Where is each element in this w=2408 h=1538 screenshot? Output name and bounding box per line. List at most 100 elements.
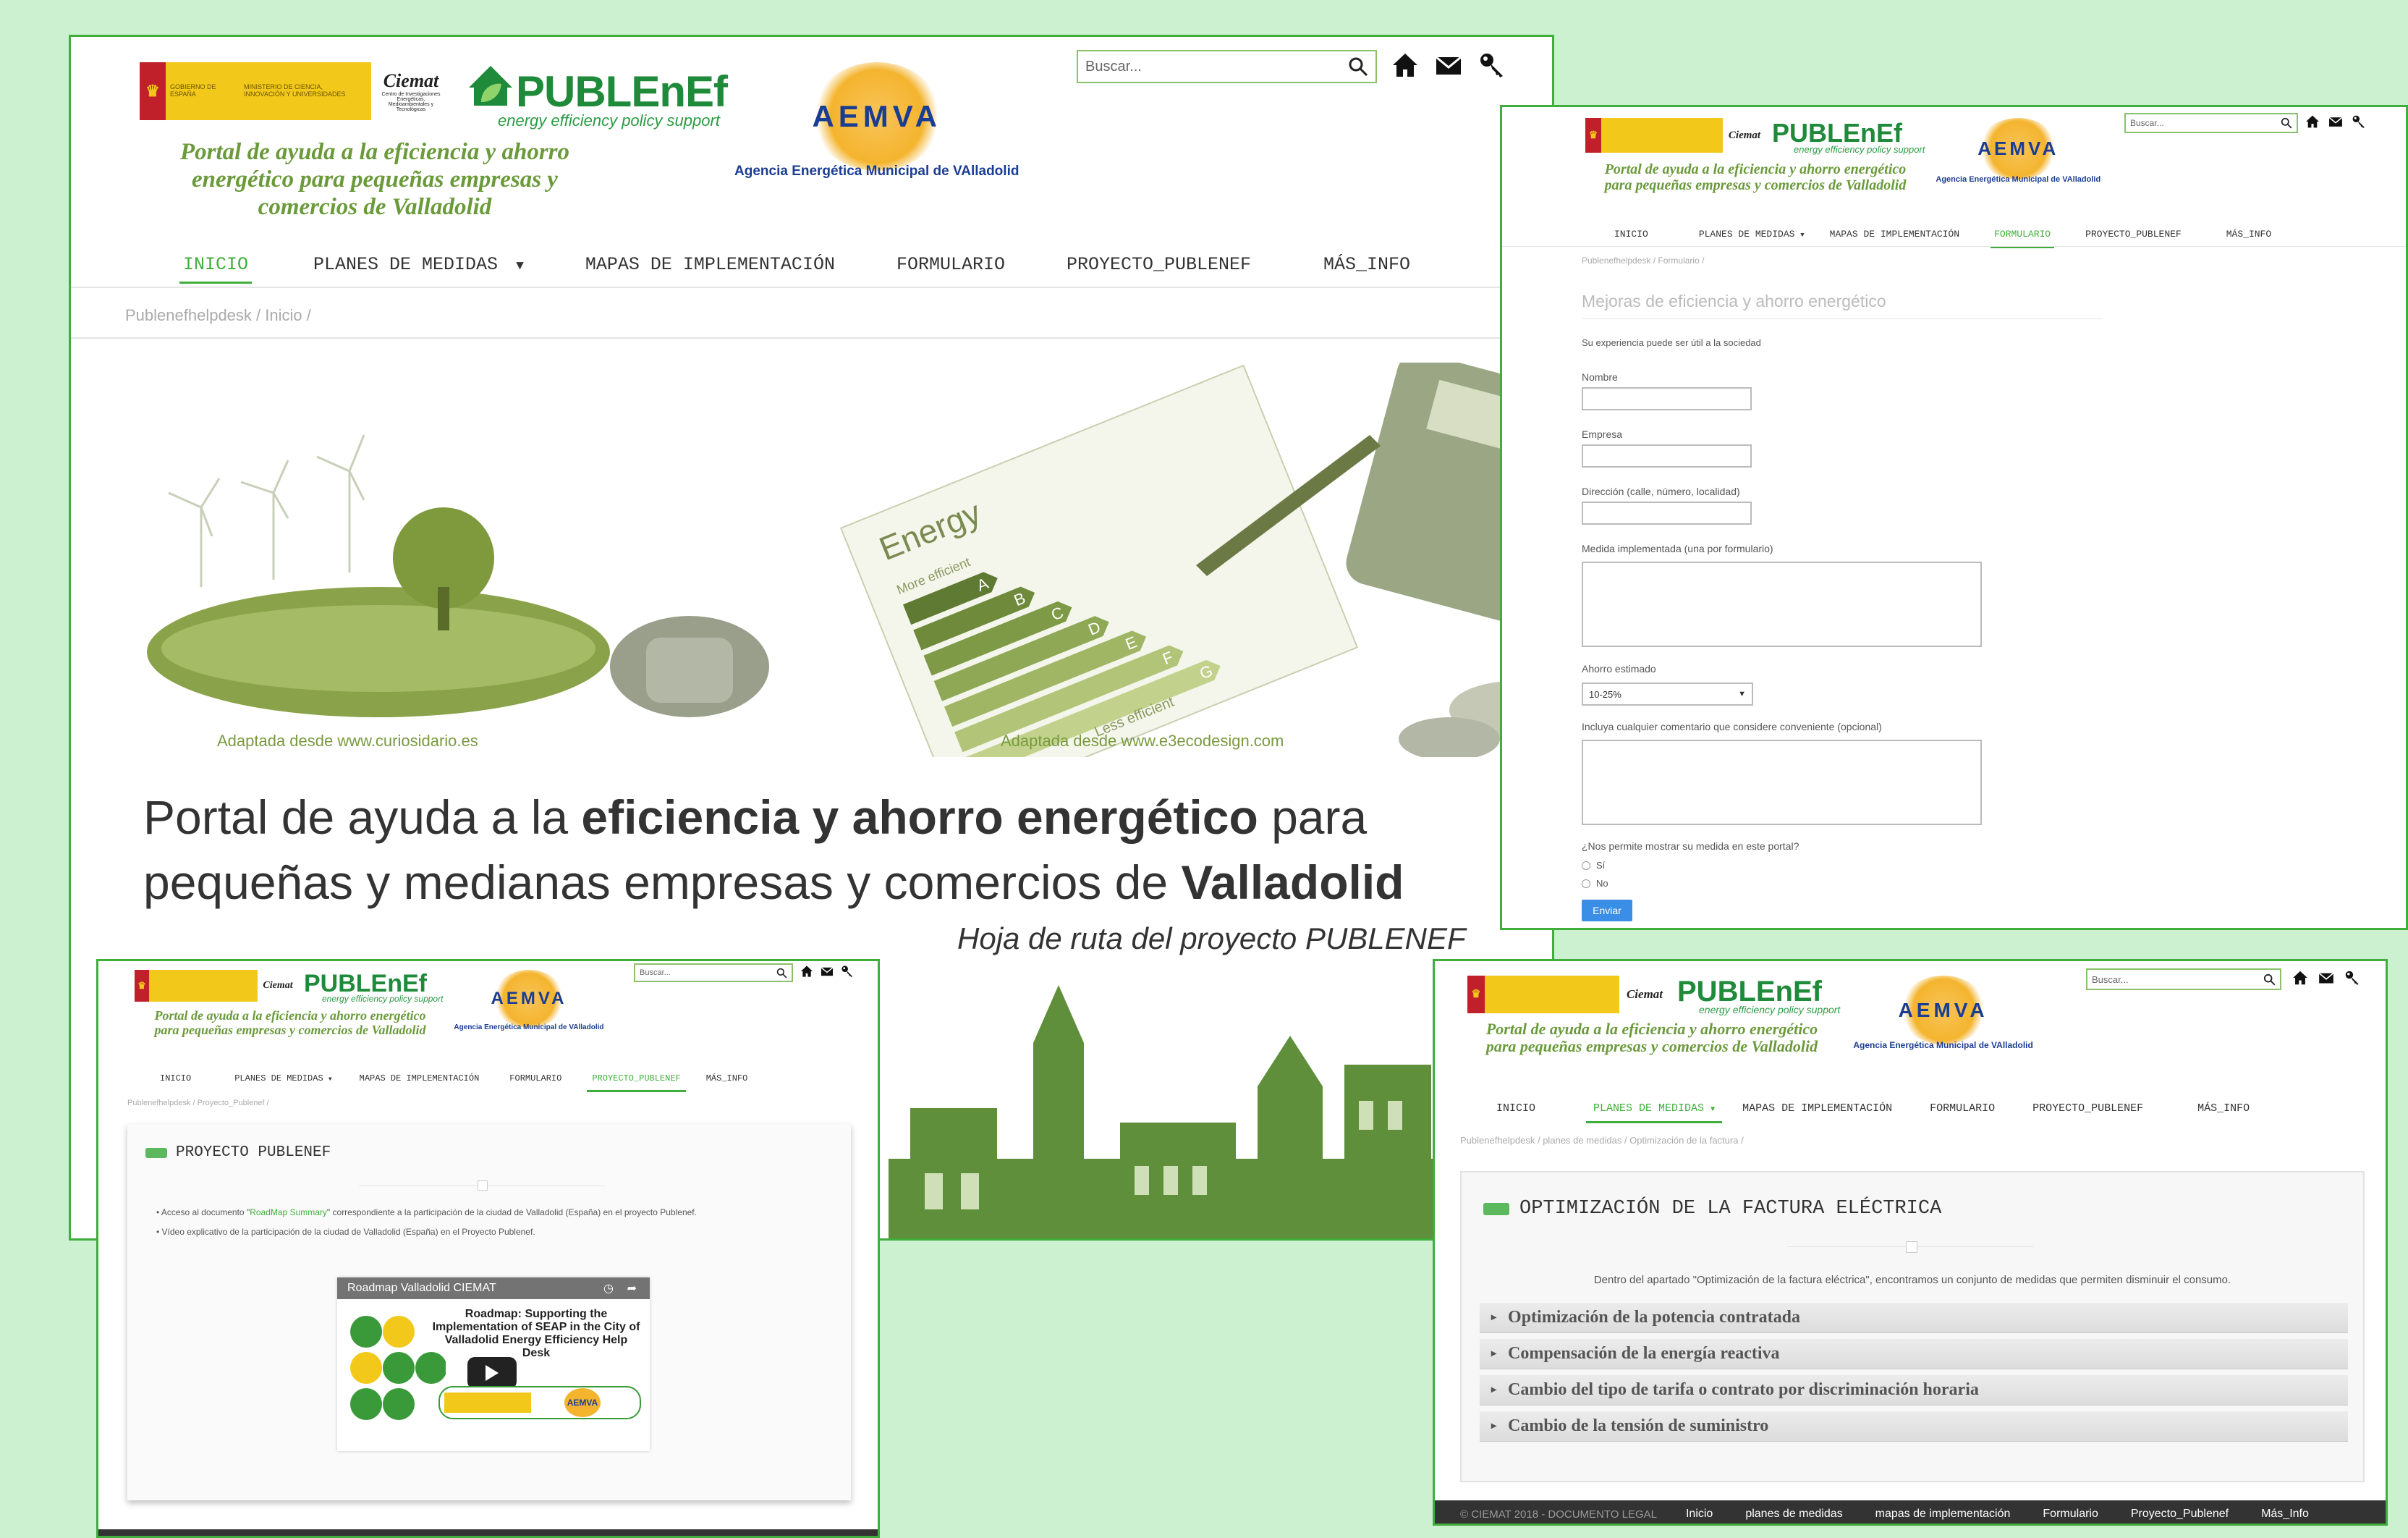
footer-copyright[interactable]: © CIEMAT 2018 - DOCUMENTO LEGAL: [1460, 1508, 1657, 1521]
mail-icon[interactable]: [2318, 970, 2334, 986]
share-icon[interactable]: ➦: [627, 1281, 637, 1296]
direccion-field[interactable]: [1582, 502, 1752, 525]
nav-formulario[interactable]: FORMULARIO: [1930, 1102, 1995, 1115]
home-icon[interactable]: [2305, 114, 2320, 129]
key-icon[interactable]: [2352, 114, 2366, 129]
search-icon[interactable]: [1348, 56, 1368, 77]
portal-tagline: Portal de ayuda a la eficiencia y ahorro…: [154, 1008, 426, 1037]
nav-mas-info[interactable]: MÁS_INFO: [2226, 229, 2271, 240]
image-credit-right: Adaptada desde www.e3ecodesign.com: [1001, 732, 1284, 750]
nav-planes-de-medidas[interactable]: PLANES DE MEDIDAS ▼: [1585, 1102, 1723, 1123]
proyecto-nav: INICIO PLANES DE MEDIDAS ▼ MAPAS DE IMPL…: [160, 1073, 748, 1092]
nav-inicio[interactable]: INICIO: [179, 254, 253, 284]
key-icon[interactable]: [841, 965, 854, 978]
footer-link-inicio[interactable]: Inicio: [1686, 1508, 1713, 1521]
portal-tagline: Portal de ayuda a la eficiencia y ahorro…: [179, 139, 570, 220]
play-button[interactable]: [467, 1357, 517, 1389]
empresa-field[interactable]: [1582, 444, 1752, 468]
factura-intro: Dentro del apartado "Optimización de la …: [1593, 1274, 2231, 1286]
submit-button[interactable]: Enviar: [1582, 900, 1632, 921]
aemva-logo: AEMVA: [811, 62, 942, 171]
breadcrumb[interactable]: Publenefhelpdesk / Proyecto_Publenef /: [127, 1099, 269, 1107]
search-input[interactable]: Buscar...: [634, 963, 793, 982]
nav-inicio[interactable]: INICIO: [1614, 229, 1648, 240]
divider-diamond-icon: [1906, 1241, 1917, 1253]
nav-proyecto[interactable]: PROYECTO_PUBLENEF: [586, 1073, 687, 1092]
aemva-block: AEMVA Agencia Energética Municipal de VA…: [1936, 118, 2100, 184]
nav-mapas[interactable]: MAPAS DE IMPLEMENTACIÓN: [1830, 229, 1959, 240]
home-icon[interactable]: [800, 965, 813, 978]
breadcrumb[interactable]: Publenefhelpdesk / Inicio /: [125, 306, 311, 325]
nav-mas-info[interactable]: MÁS_INFO: [706, 1073, 748, 1083]
clock-icon[interactable]: ◷: [603, 1281, 614, 1296]
key-icon[interactable]: [1478, 51, 1506, 79]
nav-inicio[interactable]: INICIO: [160, 1073, 191, 1083]
radio-circle-icon[interactable]: [1582, 861, 1590, 870]
home-icon[interactable]: [1391, 51, 1419, 79]
form-title: Mejoras de eficiencia y ahorro energétic…: [1582, 292, 1886, 310]
footer-link-mapas[interactable]: mapas de implementación: [1875, 1508, 2011, 1521]
ciemat-logo: Ciemat: [1619, 976, 1670, 1013]
footer-link-mas-info[interactable]: Más_Info: [2261, 1508, 2309, 1521]
caret-right-icon: ▸: [1491, 1312, 1497, 1323]
footer-link-planes[interactable]: planes de medidas: [1745, 1508, 1842, 1521]
nav-proyecto[interactable]: PROYECTO_PUBLENEF: [2085, 229, 2182, 240]
search-input[interactable]: Buscar...: [2086, 968, 2281, 990]
accordion-item[interactable]: ▸ Optimización de la potencia contratada: [1480, 1303, 2348, 1333]
footer-link-proyecto[interactable]: Proyecto_Publenef: [2131, 1508, 2229, 1521]
radio-si[interactable]: Sí: [1582, 860, 1605, 871]
publenef-logo: PUBLEnEf energy efficiency policy suppor…: [1772, 118, 1925, 155]
nav-planes-de-medidas[interactable]: PLANES DE MEDIDAS ▼: [313, 254, 524, 275]
ahorro-select[interactable]: 10-25% ▼: [1582, 683, 1753, 706]
roadmap-link[interactable]: RoadMap Summary: [250, 1207, 327, 1217]
nav-formulario[interactable]: FORMULARIO: [1991, 229, 2054, 248]
nav-planes-de-medidas[interactable]: PLANES DE MEDIDAS ▼: [1699, 229, 1805, 240]
ciemat-sub: Centro de Investigaciones Energéticas, M…: [381, 92, 441, 112]
nav-mas-info[interactable]: MÁS_INFO: [2197, 1102, 2250, 1115]
nav-inicio[interactable]: INICIO: [1496, 1102, 1535, 1115]
search-input[interactable]: Buscar...: [2124, 113, 2298, 133]
search-icon[interactable]: [2281, 117, 2292, 129]
mail-icon[interactable]: [1435, 51, 1462, 79]
label-ahorro: Ahorro estimado: [1582, 663, 1656, 675]
key-icon[interactable]: [2344, 970, 2360, 986]
banner-headline-1: Portal de ayuda a la eficiencia y ahorro…: [143, 790, 1368, 844]
nav-formulario[interactable]: FORMULARIO: [896, 254, 1005, 275]
radio-no[interactable]: No: [1582, 878, 1608, 889]
comentario-textarea[interactable]: [1582, 740, 1982, 825]
accordion-item[interactable]: ▸ Cambio del tipo de tarifa o contrato po…: [1480, 1375, 2348, 1406]
banner-subtitle: Hoja de ruta del proyecto PUBLENEF: [957, 921, 1466, 955]
mail-icon[interactable]: [2328, 114, 2343, 129]
video-player[interactable]: Roadmap Valladolid CIEMAT ◷ ➦ Roadmap: S…: [337, 1277, 650, 1451]
accordion-item-label: Compensación de la energía reactiva: [1508, 1344, 1780, 1363]
publenef-logo: PUBLEnEf energy efficiency policy suppor…: [1677, 976, 1841, 1015]
search-icon[interactable]: [776, 968, 787, 979]
nav-mas-info[interactable]: MÁS_INFO: [1323, 254, 1410, 275]
green-bar-icon: [145, 1147, 167, 1158]
mail-icon[interactable]: [821, 965, 834, 978]
label-medida: Medida implementada (una por formulario): [1582, 543, 1773, 554]
nav-planes-de-medidas[interactable]: PLANES DE MEDIDAS ▼: [234, 1073, 331, 1083]
radio-circle-icon[interactable]: [1582, 879, 1590, 888]
caret-right-icon: ▸: [1491, 1348, 1497, 1359]
breadcrumb[interactable]: Publenefhelpdesk / planes de medidas / O…: [1460, 1135, 1744, 1146]
nombre-field[interactable]: [1582, 387, 1752, 410]
nav-proyecto[interactable]: PROYECTO_PUBLENEF: [1067, 254, 1251, 275]
aemva-agency: Agencia Energética Municipal de VAlladol…: [734, 164, 1019, 179]
nav-proyecto[interactable]: PROYECTO_PUBLENEF: [2032, 1102, 2143, 1115]
footer-link-formulario[interactable]: Formulario: [2043, 1508, 2098, 1521]
accordion-item[interactable]: ▸ Compensación de la energía reactiva: [1480, 1339, 2348, 1369]
search-icon[interactable]: [2263, 973, 2276, 986]
nav-mapas[interactable]: MAPAS DE IMPLEMENTACIÓN: [585, 254, 835, 275]
search-input[interactable]: Buscar...: [1077, 50, 1377, 83]
home-icon[interactable]: [2292, 970, 2308, 986]
video-title-bar: Roadmap Valladolid CIEMAT ◷ ➦: [337, 1277, 650, 1299]
nav-mapas[interactable]: MAPAS DE IMPLEMENTACIÓN: [1742, 1102, 1892, 1115]
medida-textarea[interactable]: [1582, 562, 1982, 647]
accordion-item[interactable]: ▸ Cambio de la tensión de suministro: [1480, 1411, 2348, 1442]
dark-footer-strip: [98, 1529, 878, 1536]
nav-formulario[interactable]: FORMULARIO: [509, 1073, 561, 1083]
ahorro-selected-value: 10-25%: [1589, 688, 1621, 700]
breadcrumb[interactable]: Publenefhelpdesk / Formulario /: [1582, 255, 1704, 266]
nav-mapas[interactable]: MAPAS DE IMPLEMENTACIÓN: [360, 1073, 480, 1083]
